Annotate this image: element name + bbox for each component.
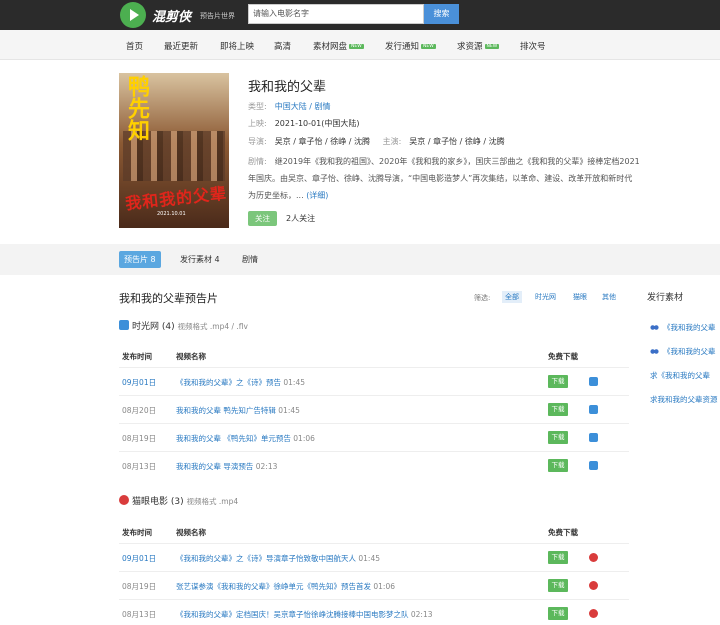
- movie-plot: 剧情: 继2019年《我和我的祖国》、2020年《我和我的家乡》，国庆三部曲之《我…: [248, 157, 640, 200]
- filter-all[interactable]: 全部: [502, 291, 522, 303]
- new-badge: NEW: [421, 44, 436, 49]
- filter-other[interactable]: 其他: [599, 291, 619, 303]
- mtime-icon: [119, 320, 129, 330]
- maoyan-icon: [589, 553, 598, 562]
- tab-trailers[interactable]: 预告片 8: [119, 251, 161, 268]
- row-divider: [119, 367, 629, 368]
- nav-item-request[interactable]: 求资源 NEW: [457, 40, 500, 52]
- table-row-date: 08月13日: [122, 610, 157, 619]
- download-button[interactable]: 下载: [548, 579, 568, 592]
- table-row-date: 08月19日: [122, 582, 157, 591]
- movie-poster: 鸭先知 我和我的父辈 2021.10.01: [119, 73, 229, 228]
- maoyan-icon: [119, 495, 129, 505]
- row-divider: [119, 599, 629, 600]
- table-row-title[interactable]: 我和我的父辈 导演预告 02:13: [176, 461, 277, 472]
- sidebar-link[interactable]: 求《我和我的父辈: [650, 370, 710, 381]
- download-button[interactable]: 下载: [548, 551, 568, 564]
- section-title: 我和我的父辈预告片: [119, 292, 218, 305]
- movie-title: 我和我的父辈: [248, 80, 327, 95]
- mtime-icon: [589, 405, 598, 414]
- poster-title: 鸭先知: [124, 75, 149, 141]
- main-nav: 首页 最近更新 即将上映 高清 素材网盘 NEW 发行通知 NEW 求资源 NEW 排…: [0, 30, 720, 60]
- col-header-download: 免费下载: [548, 528, 578, 537]
- mtime-icon: [589, 377, 598, 386]
- logo-play-icon[interactable]: [120, 2, 146, 28]
- type-link[interactable]: 中国大陆 / 剧情: [275, 102, 331, 111]
- download-button[interactable]: 下载: [548, 403, 568, 416]
- sidebar-link[interactable]: 《我和我的父辈: [650, 322, 716, 333]
- table-row-date: 08月20日: [122, 406, 157, 415]
- col-header-name: 视频名称: [176, 528, 206, 537]
- filter-maoyan[interactable]: 猫眼: [570, 291, 590, 303]
- sidebar-link[interactable]: 《我和我的父辈: [650, 346, 716, 357]
- search-button[interactable]: 搜索: [424, 4, 459, 24]
- col-header-name: 视频名称: [176, 352, 206, 361]
- source-header-maoyan: 猫眼电影 (3) 视频格式 .mp4: [119, 494, 238, 507]
- download-button[interactable]: 下载: [548, 431, 568, 444]
- baidu-pan-icon: [650, 324, 659, 331]
- table-row-title[interactable]: 《我和我的父辈》之《诗》预告 01:45: [176, 377, 305, 388]
- table-row-date: 09月01日: [122, 378, 157, 387]
- col-header-download: 免费下载: [548, 352, 578, 361]
- baidu-pan-icon: [650, 348, 659, 355]
- maoyan-icon: [589, 581, 598, 590]
- logo-subtitle: 预告片世界: [200, 12, 235, 20]
- movie-release: 上映: 2021-10-01(中国大陆): [248, 119, 360, 128]
- filter-label: 筛选:: [474, 294, 491, 302]
- sidebar-title: 发行素材: [647, 293, 684, 303]
- nav-item-material[interactable]: 素材网盘 NEW: [313, 40, 364, 52]
- tab-plot[interactable]: 剧情: [242, 251, 258, 268]
- table-row-date: 08月13日: [122, 462, 157, 471]
- plot-more-link[interactable]: (详细): [306, 191, 328, 200]
- download-button[interactable]: 下载: [548, 607, 568, 620]
- table-row-title[interactable]: 《我和我的父辈》定档国庆！吴京章子怡徐峥沈腾接棒中国电影梦之队 02:13: [176, 609, 433, 620]
- table-row-title[interactable]: 我和我的父辈 鸭先知广告特辑 01:45: [176, 405, 300, 416]
- mtime-icon: [589, 461, 598, 470]
- poster-date: 2021.10.01: [157, 211, 186, 217]
- table-row-title[interactable]: 《我和我的父辈》之《诗》导演章子怡致敬中国航天人 01:45: [176, 553, 380, 564]
- nav-item-ranking[interactable]: 排次号: [520, 40, 546, 52]
- row-divider: [119, 395, 629, 396]
- download-button[interactable]: 下载: [548, 459, 568, 472]
- table-row-title[interactable]: 我和我的父辈 《鸭先知》单元预告 01:06: [176, 433, 315, 444]
- follow-count: 2人关注: [286, 214, 316, 223]
- tab-materials[interactable]: 发行素材 4: [180, 251, 220, 268]
- tabs-bar: 预告片 8 发行素材 4 剧情: [0, 244, 720, 275]
- movie-type: 类型: 中国大陆 / 剧情: [248, 102, 331, 111]
- new-badge: NEW: [349, 44, 364, 49]
- table-row-date: 08月19日: [122, 434, 157, 443]
- nav-item-home[interactable]: 首页: [126, 40, 143, 52]
- row-divider: [119, 423, 629, 424]
- search-input[interactable]: 请输入电影名字: [248, 4, 424, 24]
- nav-item-release-notice[interactable]: 发行通知 NEW: [385, 40, 436, 52]
- col-header-date: 发布时间: [122, 528, 152, 537]
- source-header-mtime: 时光网 (4) 视频格式 .mp4 / .flv: [119, 319, 248, 332]
- nav-item-hd[interactable]: 高清: [274, 40, 291, 52]
- nav-item-recent[interactable]: 最近更新: [164, 40, 198, 52]
- mtime-icon: [589, 433, 598, 442]
- director-value: 吴京 / 章子怡 / 徐峥 / 沈腾: [274, 137, 371, 146]
- top-bar: 混剪侠 预告片世界 请输入电影名字 搜索: [0, 0, 720, 30]
- poster-red-title: 我和我的父辈: [124, 183, 228, 214]
- col-header-date: 发布时间: [122, 352, 152, 361]
- download-button[interactable]: 下载: [548, 375, 568, 388]
- table-row-title[interactable]: 张艺谋参演《我和我的父辈》徐峥单元《鸭先知》预告首发 01:06: [176, 581, 395, 592]
- logo-text[interactable]: 混剪侠: [152, 6, 191, 25]
- follow-button[interactable]: 关注: [248, 211, 277, 226]
- row-divider: [119, 543, 629, 544]
- movie-credits: 导演: 吴京 / 章子怡 / 徐峥 / 沈腾 主演: 吴京 / 章子怡 / 徐峥 /…: [248, 137, 505, 146]
- cast-value: 吴京 / 章子怡 / 徐峥 / 沈腾: [409, 137, 505, 146]
- nav-item-upcoming[interactable]: 即将上映: [220, 40, 254, 52]
- filter-mtime[interactable]: 时光网: [532, 291, 559, 303]
- row-divider: [119, 451, 629, 452]
- sidebar-link[interactable]: 求我和我的父辈资源: [650, 394, 718, 405]
- new-badge: NEW: [484, 44, 500, 49]
- maoyan-icon: [589, 609, 598, 618]
- row-divider: [119, 571, 629, 572]
- table-row-date: 09月01日: [122, 554, 157, 563]
